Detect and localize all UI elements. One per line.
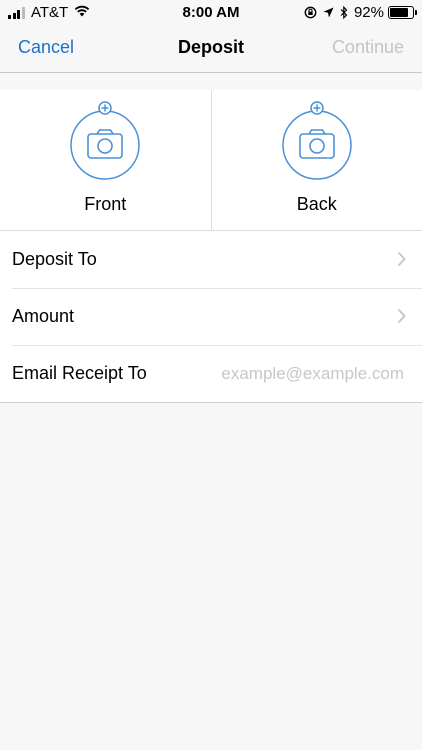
- status-bar-right: 92%: [304, 4, 417, 21]
- battery-icon: [388, 6, 417, 19]
- email-receipt-input[interactable]: [182, 359, 406, 389]
- navigation-bar: Cancel Deposit Continue: [0, 26, 422, 73]
- deposit-form: Deposit To Amount Email Receipt To: [0, 231, 422, 403]
- camera-add-icon: [277, 100, 357, 180]
- chevron-right-icon: [397, 308, 406, 329]
- deposit-to-label: Deposit To: [12, 249, 97, 269]
- deposit-to-row[interactable]: Deposit To: [0, 231, 422, 288]
- amount-row[interactable]: Amount: [0, 288, 422, 345]
- email-receipt-label: Email Receipt To: [12, 363, 147, 383]
- check-photo-section: Front Back: [0, 90, 422, 231]
- battery-percent: 92%: [353, 4, 384, 21]
- bluetooth-icon: [340, 6, 348, 19]
- camera-add-icon: [65, 100, 145, 180]
- battery-fill: [390, 8, 409, 17]
- front-label: Front: [84, 194, 127, 214]
- continue-button[interactable]: Continue: [332, 37, 404, 58]
- email-receipt-row: Email Receipt To: [0, 345, 422, 402]
- back-label: Back: [296, 194, 337, 214]
- location-arrow-icon: [323, 7, 334, 18]
- back-photo-button[interactable]: Back: [210, 90, 422, 230]
- orientation-lock-icon: [304, 6, 317, 19]
- chevron-right-icon: [397, 251, 406, 272]
- front-photo-button[interactable]: Front: [0, 90, 211, 230]
- status-bar: AT&T 8:00 AM 92%: [0, 0, 422, 26]
- amount-label: Amount: [12, 306, 75, 326]
